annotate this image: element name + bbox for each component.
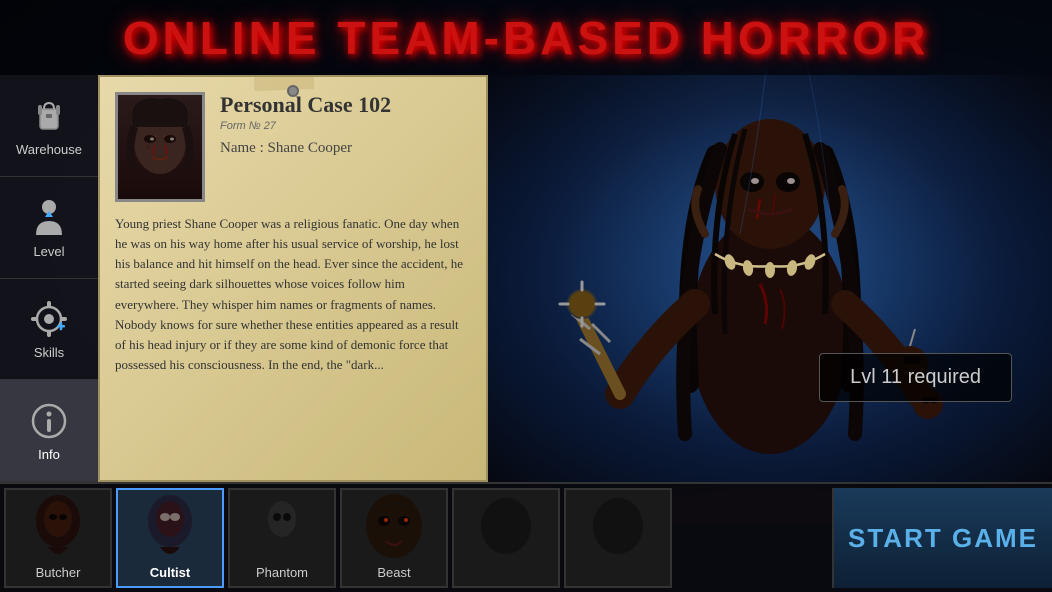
main-content: Personal Case 102 Form № 27 Name : Shane… — [98, 75, 1052, 482]
char-slot-beast[interactable]: Beast — [340, 488, 448, 588]
char-label-phantom: Phantom — [256, 565, 308, 580]
sidebar-label-info: Info — [38, 447, 60, 462]
sidebar-label-warehouse: Warehouse — [16, 142, 82, 157]
sidebar-label-level: Level — [33, 244, 64, 259]
char-thumb-phantom — [230, 490, 334, 566]
char-thumb-cultist — [118, 490, 222, 566]
case-name-label: Name : — [220, 140, 264, 156]
char-label-cultist: Cultist — [150, 565, 190, 580]
case-card: Personal Case 102 Form № 27 Name : Shane… — [98, 75, 488, 482]
gear-plus-icon — [27, 297, 71, 341]
char-slot-cultist[interactable]: Cultist — [116, 488, 224, 588]
monster-panel: Lvl 11 required — [488, 75, 1052, 482]
sidebar: Warehouse Level — [0, 75, 98, 482]
tape-decoration — [254, 75, 315, 91]
char-thumb-butcher — [6, 490, 110, 566]
pin-decoration — [287, 85, 299, 97]
backpack-icon — [27, 94, 71, 138]
char-slot-5[interactable] — [452, 488, 560, 588]
case-body: Young priest Shane Cooper was a religiou… — [115, 214, 471, 375]
case-header: Personal Case 102 Form № 27 Name : Shane… — [115, 92, 471, 202]
character-slots: Butcher Cultist — [0, 488, 832, 588]
char-thumb-5 — [454, 490, 558, 566]
sidebar-item-skills[interactable]: Skills — [0, 279, 98, 381]
sidebar-label-skills: Skills — [34, 345, 64, 360]
person-icon — [27, 196, 71, 240]
portrait-inner — [118, 95, 202, 199]
sidebar-item-level[interactable]: Level — [0, 177, 98, 279]
char-label-butcher: Butcher — [36, 565, 81, 580]
char-thumb-6 — [566, 490, 670, 566]
title-bar: ONLINE TEAM-BASED HORROR — [0, 0, 1052, 75]
char-slot-6[interactable] — [564, 488, 672, 588]
case-name-value: Shane Cooper — [267, 140, 352, 156]
start-game-button[interactable]: START GAME — [832, 488, 1052, 588]
case-form-label: Form № 27 — [220, 120, 471, 132]
char-slot-butcher[interactable]: Butcher — [4, 488, 112, 588]
char-label-beast: Beast — [377, 565, 410, 580]
case-title: Personal Case 102 — [220, 92, 471, 118]
char-thumb-beast — [342, 490, 446, 566]
case-name: Name : Shane Cooper — [220, 140, 471, 157]
info-icon — [27, 399, 71, 443]
level-required-badge: Lvl 11 required — [819, 353, 1012, 402]
case-portrait — [115, 92, 205, 202]
sidebar-item-warehouse[interactable]: Warehouse — [0, 75, 98, 177]
char-slot-phantom[interactable]: Phantom — [228, 488, 336, 588]
bottom-bar: Butcher Cultist — [0, 482, 1052, 592]
sidebar-item-info[interactable]: Info — [0, 380, 98, 482]
monster-figure — [488, 75, 1052, 482]
case-title-block: Personal Case 102 Form № 27 Name : Shane… — [220, 92, 471, 157]
main-title: ONLINE TEAM-BASED HORROR — [123, 11, 929, 65]
